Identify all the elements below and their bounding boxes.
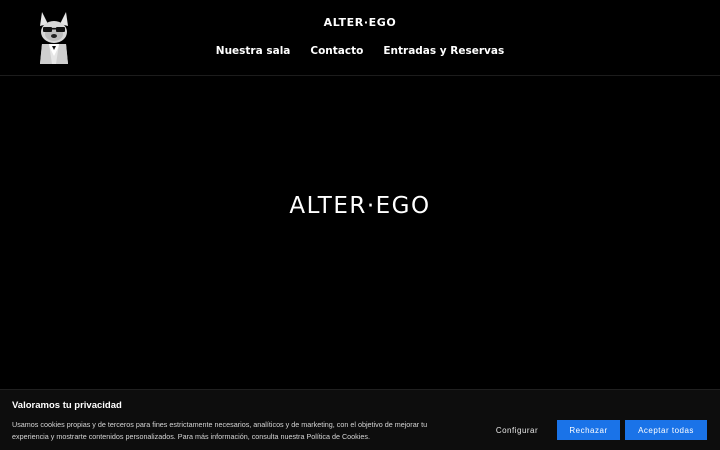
reject-cookies-button[interactable]: Rechazar [557,420,620,440]
nav-item-entradas-reservas[interactable]: Entradas y Reservas [383,45,504,57]
cookie-banner: Valoramos tu privacidad Usamos cookies p… [0,389,720,450]
main-nav: Nuestra sala Contacto Entradas y Reserva… [0,45,720,57]
nav-item-nuestra-sala[interactable]: Nuestra sala [216,45,291,57]
nav-item-contacto[interactable]: Contacto [310,45,363,57]
configure-cookies-button[interactable]: Configurar [488,420,546,440]
site-header: ALTER·EGO Nuestra sala Contacto Entradas… [0,0,720,76]
header-brand-logo[interactable]: ALTER·EGO [0,16,720,29]
accept-all-cookies-button[interactable]: Aceptar todas [625,420,707,440]
hero-brand-logo: ALTER·EGO [289,193,431,219]
hero-section [0,77,720,390]
cookie-banner-title: Valoramos tu privacidad [12,400,122,411]
cookie-banner-text: Usamos cookies propias y de terceros par… [12,420,428,441]
